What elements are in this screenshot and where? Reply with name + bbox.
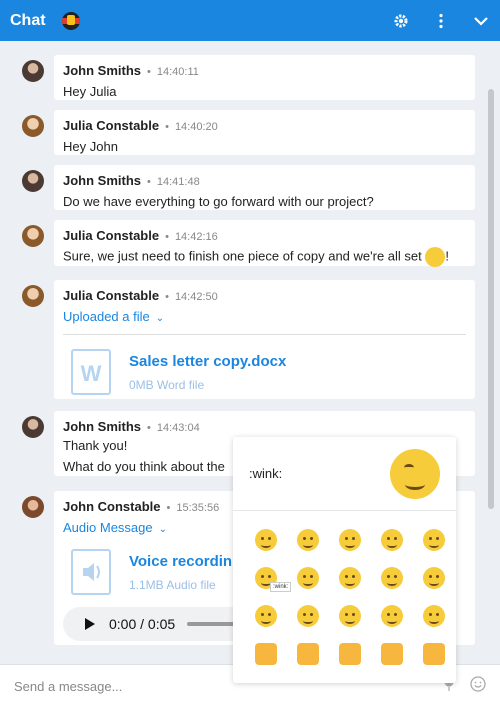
message-bubble: John Smiths • 14:41:48 Do we have everythi… [54, 165, 475, 210]
author-name: Julia Constable [63, 118, 160, 133]
header-actions [392, 12, 490, 30]
avatar[interactable] [22, 416, 44, 438]
audio-file-icon [71, 549, 111, 595]
author-name: John Smiths [63, 63, 142, 78]
author-name: John Smiths [63, 173, 142, 188]
avatar[interactable] [22, 285, 44, 307]
sunglasses-emoji-icon[interactable] [381, 567, 403, 589]
audio-message-link[interactable]: Audio Message [63, 520, 153, 535]
message-text: Do we have everything to go forward with… [63, 194, 374, 209]
flag-icon[interactable] [61, 11, 80, 30]
author-name: Julia Constable [63, 288, 160, 303]
file-name[interactable]: Sales letter copy.docx [129, 353, 286, 370]
expressionless-emoji-icon[interactable] [339, 567, 361, 589]
thumbsdown-emoji-icon[interactable] [297, 643, 319, 665]
thumbsup-emoji-icon[interactable] [255, 643, 277, 665]
author-name: Julia Constable [63, 228, 160, 243]
play-icon[interactable] [85, 618, 95, 630]
gear-icon[interactable] [392, 12, 410, 30]
file-name[interactable]: Voice recordin [129, 553, 232, 570]
wink-emoji-icon [390, 448, 440, 499]
thinking-emoji-icon[interactable] [423, 567, 445, 589]
tired-emoji-icon[interactable] [423, 605, 445, 627]
emoji-preview: :wink: [233, 437, 456, 511]
avatar[interactable] [22, 170, 44, 192]
more-vertical-icon[interactable] [432, 12, 450, 30]
timestamp: 14:41:48 [156, 176, 200, 188]
avatar[interactable] [22, 225, 44, 247]
message-item: John Smiths • 14:41:48 Do we have everythi… [22, 165, 475, 210]
uploaded-file-link[interactable]: Uploaded a file [63, 309, 150, 324]
message-bubble: Julia Constable • 14:42:50 Uploaded a file… [54, 280, 475, 399]
frowning-emoji-icon[interactable] [381, 605, 403, 627]
emoji-button-icon[interactable] [470, 675, 486, 697]
player-time: 0:00 / 0:05 [109, 616, 176, 632]
chevron-down-icon[interactable] [472, 12, 490, 30]
message-text: Sure, we just need to finish one piece o… [63, 248, 422, 264]
yum-emoji-icon[interactable] [339, 529, 361, 551]
file-attachment[interactable]: Sales letter copy.docx 0MB Word file [63, 334, 466, 395]
message-item: Julia Constable • 14:42:16 Sure, we just n… [22, 220, 475, 267]
chat-title: Chat [10, 11, 46, 29]
message-item: Julia Constable • 14:42:50 Uploaded a file… [22, 280, 475, 399]
message-text: Hey Julia [63, 84, 117, 99]
avatar[interactable] [22, 115, 44, 137]
timestamp: 14:40:20 [174, 121, 218, 133]
emoji-tooltip: :wink: [270, 582, 292, 592]
grin-emoji-icon[interactable] [297, 529, 319, 551]
timestamp: 14:40:11 [156, 66, 199, 78]
emoji-grid [233, 511, 456, 683]
timestamp: 14:42:16 [174, 231, 218, 243]
message-item: John Smiths • 14:43:04 Thank you! What do … [22, 411, 475, 476]
confused-emoji-icon[interactable] [423, 529, 445, 551]
message-bubble: John Smiths • 14:40:11 Hey Julia [54, 55, 475, 100]
scrollbar[interactable] [488, 89, 494, 509]
message-bubble: Julia Constable • 14:40:20 Hey John [54, 110, 475, 155]
file-size: 0MB Word file [129, 377, 205, 392]
open-mouth-emoji-icon[interactable] [255, 605, 277, 627]
writing-hand-emoji-icon[interactable] [339, 643, 361, 665]
emoji-picker: :wink: [233, 437, 456, 683]
chat-header: Chat [0, 0, 500, 41]
wave-emoji-icon[interactable] [423, 643, 445, 665]
timestamp: 14:42:50 [174, 291, 218, 303]
word-file-icon [71, 349, 111, 395]
muscle-emoji-icon[interactable] [381, 643, 403, 665]
timestamp: 14:43:04 [156, 422, 200, 434]
message-item: Julia Constable • 14:40:20 Hey John [22, 110, 475, 155]
chevron-down-icon[interactable]: ⌄ [156, 313, 164, 324]
dizzy-emoji-icon[interactable] [297, 567, 319, 589]
joy-emoji-icon[interactable] [381, 529, 403, 551]
message-item: John Constable • 15:35:56 Audio Message ⌄ V… [22, 491, 475, 645]
message-item: John Smiths • 14:40:11 Hey Julia [22, 55, 475, 100]
message-bubble: Julia Constable • 14:42:16 Sure, we just n… [54, 220, 475, 267]
file-size: 1.1MB Audio file [129, 577, 216, 592]
chevron-down-icon[interactable]: ⌄ [159, 524, 167, 535]
smile-emoji-icon[interactable] [255, 529, 277, 551]
message-text: Hey John [63, 139, 118, 154]
angry-emoji-icon[interactable] [297, 605, 319, 627]
author-name: John Smiths [63, 419, 142, 434]
wink-emoji-icon [425, 247, 446, 267]
emoji-code: :wink: [249, 466, 283, 481]
author-name: John Constable [63, 499, 161, 514]
avatar[interactable] [22, 60, 44, 82]
timestamp: 15:35:56 [176, 502, 220, 514]
avatar[interactable] [22, 496, 44, 518]
cold-sweat-emoji-icon[interactable] [339, 605, 361, 627]
